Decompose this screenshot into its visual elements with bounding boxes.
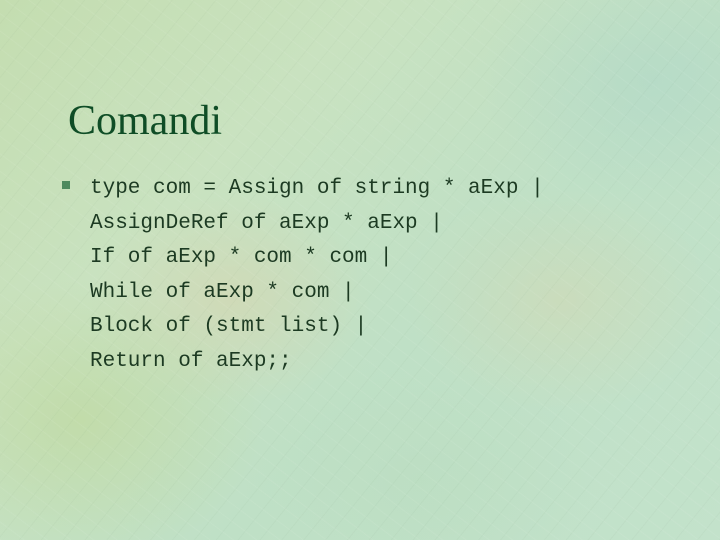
code-block: type com = Assign of string * aExp | Ass… bbox=[90, 172, 544, 379]
code-line: If of aExp * com * com | bbox=[90, 246, 393, 269]
code-line: type com = Assign of string * aExp | bbox=[90, 177, 544, 200]
code-line: AssignDeRef of aExp * aExp | bbox=[90, 211, 443, 235]
slide-title: Comandi bbox=[68, 98, 222, 144]
code-line: Block of (stmt list) | bbox=[90, 315, 368, 338]
code-line: Return of aExp;; bbox=[90, 349, 292, 373]
code-line: While of aExp * com | bbox=[90, 280, 355, 304]
square-bullet-icon bbox=[62, 181, 70, 189]
